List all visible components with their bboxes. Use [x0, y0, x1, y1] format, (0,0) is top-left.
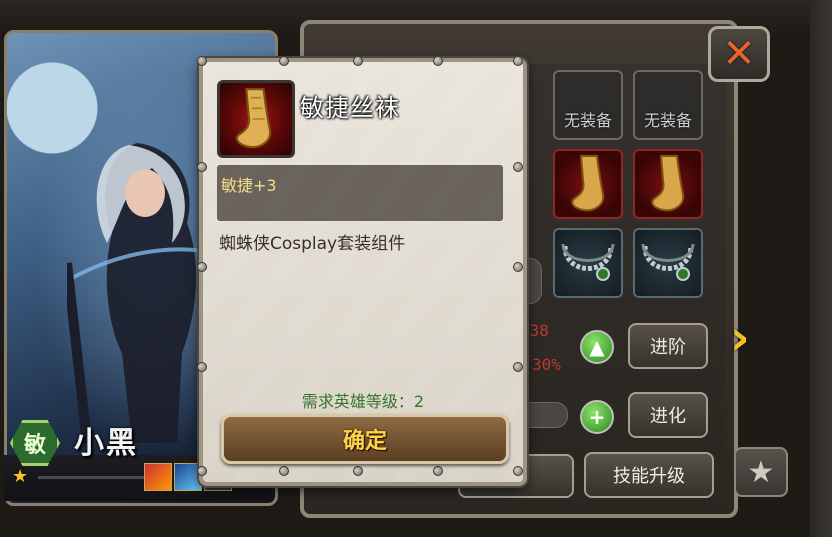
hero-name: 小黑: [74, 426, 138, 461]
stocking-icon: [651, 155, 685, 212]
add-icon[interactable]: +: [580, 400, 614, 434]
rivet-icon: [353, 466, 363, 476]
rivet-icon: [513, 262, 523, 272]
skill-upgrade-button[interactable]: 技能升级: [584, 452, 714, 498]
rivet-icon: [433, 56, 443, 66]
stat-value-2: 30%: [532, 355, 561, 374]
rivet-icon: [433, 466, 443, 476]
rivet-icon: [513, 466, 523, 476]
evolve-button[interactable]: 进化: [628, 392, 708, 438]
upgrade-arrow-icon[interactable]: ▲: [580, 330, 614, 364]
favorite-star-icon[interactable]: ★: [734, 447, 788, 497]
rivet-icon: [513, 362, 523, 372]
item-stat: 敏捷+3: [221, 176, 277, 195]
item-title: 敏捷丝袜: [300, 94, 400, 122]
level-requirement: 需求英雄等级：2: [301, 392, 425, 411]
right-edge-frame: [810, 0, 832, 537]
advance-button[interactable]: 进阶: [628, 323, 708, 369]
star-icon: ★: [12, 466, 29, 487]
rivet-icon: [197, 262, 207, 272]
equipment-slot-2[interactable]: 无装备: [633, 70, 703, 140]
item-icon-frame: [217, 80, 295, 158]
equipment-slot-1[interactable]: 无装备: [553, 70, 623, 140]
rivet-icon: [197, 466, 207, 476]
next-arrow-icon[interactable]: ›: [730, 310, 750, 366]
rivet-icon: [279, 56, 289, 66]
equipment-slot-4[interactable]: [633, 149, 703, 219]
slot-empty-label: 无装备: [563, 111, 612, 130]
skill-fire-icon[interactable]: [144, 463, 172, 491]
necklace-icon: [561, 243, 615, 281]
close-icon[interactable]: ✕: [708, 26, 770, 82]
rivet-icon: [513, 56, 523, 66]
evolve-progress-bar: [520, 402, 568, 428]
stocking-icon: [236, 88, 272, 149]
equipment-slot-6[interactable]: [633, 228, 703, 298]
item-description: 蜘蛛侠Cosplay套装组件: [219, 234, 406, 254]
confirm-button[interactable]: 确定: [221, 414, 509, 464]
equipment-slot-3[interactable]: [553, 149, 623, 219]
rivet-icon: [197, 56, 207, 66]
slot-empty-label: 无装备: [643, 111, 692, 130]
star-progress-track: [38, 476, 148, 479]
rivet-icon: [353, 56, 363, 66]
rivet-icon: [197, 162, 207, 172]
item-info-dialog: 敏捷丝袜 敏捷+3 蜘蛛侠Cosplay套装组件 需求英雄等级：2 确定: [197, 56, 527, 486]
rivet-icon: [197, 362, 207, 372]
necklace-icon: [641, 243, 695, 281]
rivet-icon: [513, 162, 523, 172]
rivet-icon: [279, 466, 289, 476]
stocking-icon: [571, 155, 605, 212]
equipment-slot-5[interactable]: [553, 228, 623, 298]
